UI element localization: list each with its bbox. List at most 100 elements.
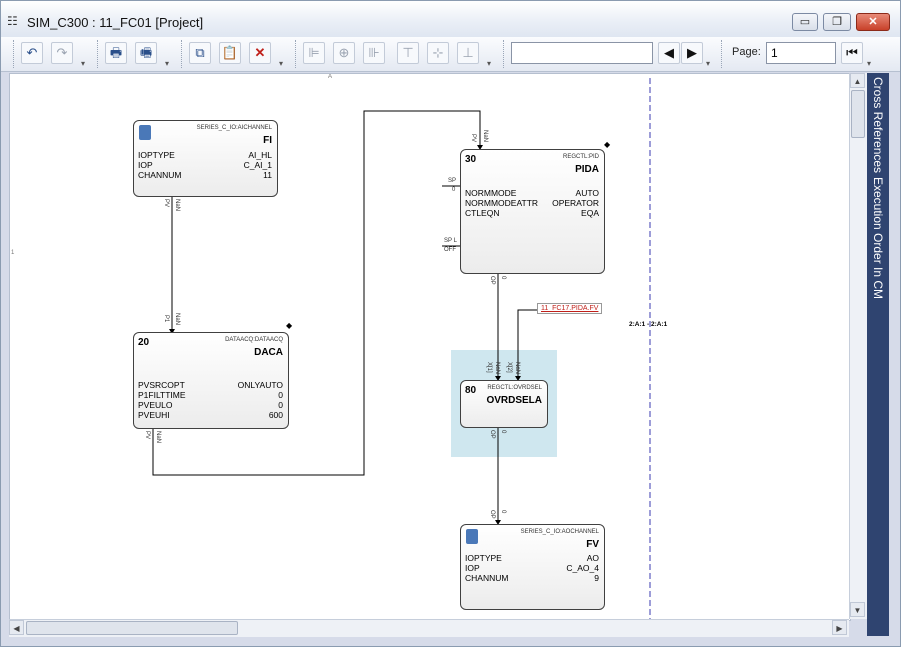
param-key: PVSRCOPT [138,380,185,390]
toolbar-group-separator [721,40,722,68]
window-app-icon: ☷ [7,14,18,28]
diagram-canvas[interactable]: A 1 SERIES_C_IO:AICHANNEL FI IOPTYPE AI_H… [9,73,851,621]
page-number-input[interactable] [766,42,836,64]
tab-label: Cross References [871,77,885,174]
block-type: SERIES_C_IO:AOCHANNEL [520,529,599,535]
pin-label: PV [144,431,150,440]
toolbar-group-separator [295,40,296,68]
undo-button[interactable]: ↶ [21,42,43,64]
block-type: REGCTL:PID [562,154,599,160]
block-number: 80 [465,385,477,396]
param-key: NORMMODEATTR [465,198,539,208]
previous-button[interactable]: ◀ [658,42,680,64]
title-bar: ☷ SIM_C300 : 11_FC01 [Project] ▭ ❐ ✕ [1,1,900,37]
pin-value: OFF [444,247,456,253]
scroll-right-arrow-icon[interactable]: ▶ [832,620,847,635]
param-key: CTLEQN [465,208,500,218]
close-button[interactable]: ✕ [856,13,890,31]
pin-status: NaN [174,313,180,326]
redo-button[interactable]: ↷ [51,42,73,64]
wire-crossref-to-ovrdsela[interactable] [517,309,537,380]
param-row: IOP C_AO_4 [465,563,599,573]
block-name: FV [586,539,599,550]
param-key: IOP [465,563,480,573]
param-value: C_AI_1 [243,160,272,170]
toolbar-group-separator [503,40,504,68]
param-value: ONLYAUTO [237,380,283,390]
param-key: PVEUHI [138,410,170,420]
restore-button[interactable]: ❐ [823,13,851,31]
align-top-button[interactable]: ⊤ [397,42,419,64]
paste-button[interactable]: 📋 [219,42,241,64]
pin-label: SP [448,178,457,184]
block-pida[interactable]: 30 REGCTL:PID PIDA NORMMODE AUTO NORMMODE… [460,149,605,274]
param-key: IOPTYPE [138,150,175,160]
param-key: IOP [138,160,153,170]
pin-status: NaN [514,362,520,375]
align-middle-button[interactable]: ⊹ [427,42,449,64]
align-center-button[interactable]: ⊕ [333,42,355,64]
pin-label: OP [489,430,495,439]
align-right-button[interactable]: ⊪ [363,42,385,64]
align-bottom-button[interactable]: ⊥ [457,42,479,64]
diamond-marker: ◆ [604,140,611,149]
param-value: EQA [581,208,599,218]
param-row: CTLEQN EQA [465,208,599,218]
search-input[interactable] [511,42,653,64]
chevron-down-icon[interactable]: ▾ [487,59,491,68]
chevron-down-icon[interactable]: ▾ [867,59,871,68]
pin-label: OP [489,276,495,285]
copy-button[interactable]: ⧉ [189,42,211,64]
block-type: REGCTL:OVRDSEL [487,385,542,391]
param-key: IOPTYPE [465,553,502,563]
tab-cross-references[interactable]: Cross References [867,77,889,173]
horizontal-scrollbar[interactable]: ◀ ▶ [9,619,849,637]
pin-label: P1 [163,315,169,323]
chevron-down-icon[interactable]: ▾ [279,59,283,68]
horizontal-scroll-thumb[interactable] [26,621,238,635]
next-button[interactable]: ▶ [681,42,703,64]
scroll-left-arrow-icon[interactable]: ◀ [9,620,24,635]
pin-status: 0 [500,276,506,280]
tab-execution-order[interactable]: Execution Order In CM [867,177,889,299]
param-value: 9 [594,573,599,583]
param-value: AUTO [575,188,599,198]
application-window: ☷ SIM_C300 : 11_FC01 [Project] ▭ ❐ ✕ ↶ ↷… [0,0,901,647]
cross-reference-link[interactable]: 11_FC17.PIDA.FV [537,303,603,314]
block-ovrdsela[interactable]: 80 REGCTL:OVRDSEL OVRDSELA [460,380,548,428]
param-row: PVEULO 0 [138,400,283,410]
print-preview-button[interactable]: 🖷 [135,42,157,64]
scroll-up-arrow-icon[interactable]: ▲ [850,73,865,88]
print-button[interactable]: 🖶 [105,42,127,64]
scroll-down-arrow-icon[interactable]: ▼ [850,602,865,617]
io-channel-icon [466,529,478,544]
pin-label: PV [470,134,476,143]
delete-button[interactable]: ✕ [249,42,271,64]
param-key: PVEULO [138,400,173,410]
param-key: NORMMODE [465,188,517,198]
diamond-marker: ◆ [286,321,293,330]
param-key: P1FILTTIME [138,390,186,400]
minimize-button[interactable]: ▭ [792,13,818,31]
vertical-scrollbar[interactable]: ▲ ▼ [849,73,867,619]
block-type: DATAACQ:DATAACQ [225,337,283,343]
block-fv[interactable]: SERIES_C_IO:AOCHANNEL FV IOPTYPE AO IOP C_… [460,524,605,610]
first-page-button[interactable]: ⏮ [841,42,863,64]
side-panel: Cross References Execution Order In CM [867,73,889,636]
pin-label: X[1] [486,362,492,373]
pin-value: 0 [452,187,456,193]
pin-label: X[2] [506,362,512,373]
chevron-down-icon[interactable]: ▾ [706,59,710,68]
param-row: P1FILTTIME 0 [138,390,283,400]
pin-status: NaN [174,199,180,212]
chevron-down-icon[interactable]: ▾ [165,59,169,68]
align-left-button[interactable]: ⊫ [303,42,325,64]
block-fi[interactable]: SERIES_C_IO:AICHANNEL FI IOPTYPE AI_HL IO… [133,120,278,197]
param-key: CHANNUM [138,170,182,180]
param-row: IOP C_AI_1 [138,160,272,170]
block-daca[interactable]: 20 DATAACQ:DATAACQ DACA PVSRCOPT ONLYAUTO… [133,332,289,429]
block-name: OVRDSELA [486,395,542,406]
vertical-scroll-thumb[interactable] [851,90,865,138]
block-name: DACA [254,347,283,358]
chevron-down-icon[interactable]: ▾ [81,59,85,68]
